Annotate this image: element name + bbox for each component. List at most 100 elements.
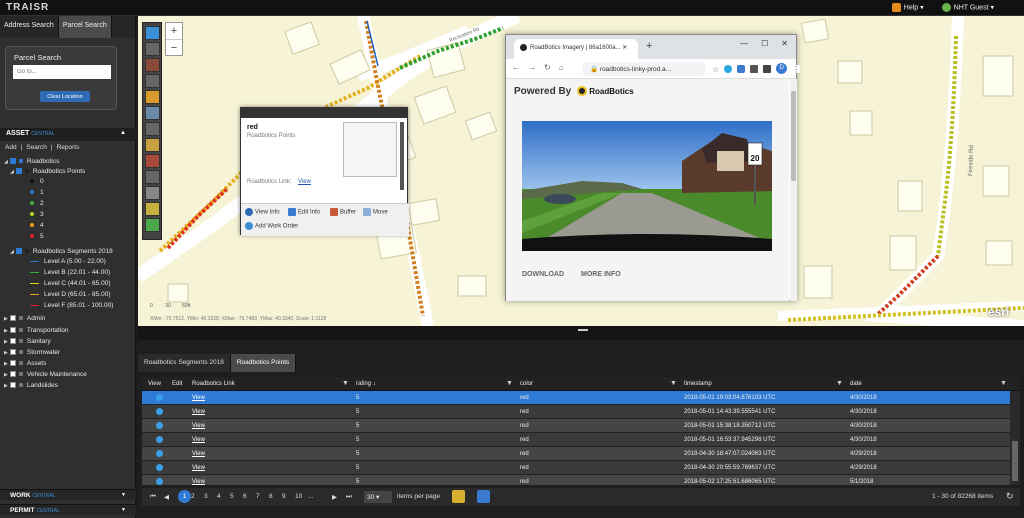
layer-item[interactable]: Level C (44.01 - 65.00) [30,280,110,290]
layer-item[interactable]: Level D (65.01 - 85.00) [30,291,110,301]
row-view-link[interactable]: View [192,437,205,443]
page-number-button[interactable]: 6 [243,493,247,500]
table-row[interactable]: View 5 red 2018-05-01 19:03:04.676103 UTC 4/… [142,391,1010,405]
col-color[interactable]: color [520,381,533,387]
asset-reports-link[interactable]: Reports [57,144,80,151]
layer-checkbox[interactable] [9,360,16,367]
layer-item[interactable]: 2 [30,200,44,210]
layer-item[interactable]: Level A (5.00 - 22.00) [30,258,106,268]
print-tool-icon[interactable] [145,186,160,200]
tab-roadbotics-points[interactable]: Roadbotics Points [230,354,297,372]
edit-info-button[interactable]: Edit Info [288,208,320,216]
close-icon[interactable]: ✕ [781,39,788,48]
page-number-button[interactable]: 10 [295,493,302,500]
col-date[interactable]: date [850,381,862,387]
expand-icon[interactable]: ▶ [4,361,8,367]
col-rating[interactable]: rating ↓ [356,381,376,387]
layer-item[interactable]: 1 [30,189,44,199]
markup-tool-icon[interactable] [145,170,160,184]
row-view-link[interactable]: View [192,395,205,401]
layer-item[interactable]: ▶ Assets [4,360,46,370]
menu-icon[interactable]: ⋮ [792,64,801,74]
puzzle-icon[interactable] [750,64,759,73]
layer-checkbox[interactable] [9,338,16,345]
layer-checkbox[interactable] [9,382,16,389]
layer-item[interactable]: 0 [30,178,44,188]
view-info-icon[interactable] [156,422,163,429]
row-view-link[interactable]: View [192,409,205,415]
tab-roadbotics-segments[interactable]: Roadbotics Segments 2018 [138,354,231,372]
table-row[interactable]: View 5 red 2018-04-30 18:47:07.024063 UTC 4/… [142,447,1010,461]
collapse-icon[interactable]: ▲ [120,130,126,136]
page-number-button[interactable]: 5 [230,493,234,500]
user-menu[interactable]: NHT Guest ▾ [941,3,994,12]
expand-icon[interactable]: ▶ [4,383,8,389]
info-tool-icon[interactable] [145,74,160,88]
reload-icon[interactable]: ↻ [544,63,551,72]
layer-item[interactable]: ▶ Transportation [4,327,69,337]
export-tool-icon[interactable] [145,202,160,216]
expand-icon[interactable]: ▶ [4,316,8,322]
next-page-button[interactable]: ▶ [332,493,337,501]
zoom-in-button[interactable]: + [166,23,182,40]
view-info-icon[interactable] [156,408,163,415]
layer-checkbox[interactable] [9,371,16,378]
page-number-button[interactable]: 3 [204,493,208,500]
layer-item[interactable]: 5 [30,233,44,243]
move-button[interactable]: Move [363,208,388,216]
col-view[interactable]: View [148,381,161,387]
filter-icon[interactable]: ▼ [342,380,349,387]
tab-address-search[interactable]: Address Search [0,16,59,38]
page-number-button[interactable]: ... [308,493,313,500]
export-table-icon[interactable] [477,490,490,503]
grid-scrollbar[interactable] [1010,391,1020,485]
filter-icon[interactable]: ▼ [670,380,677,387]
collapse-icon[interactable]: ◢ [10,249,14,255]
popup-view-link[interactable]: View [298,179,311,185]
add-work-order-button[interactable]: Add Work Order [245,222,298,230]
popup-scrollbar[interactable] [400,122,404,190]
view-info-icon[interactable] [156,478,163,485]
layer-checkbox[interactable] [9,315,16,322]
table-row[interactable]: View 5 red 2018-04-30 20:55:59.769637 UTC 4/… [142,461,1010,475]
panel-splitter[interactable] [138,326,1024,340]
address-bar[interactable]: 🔒 roadbotics-linky-prod.a... [582,62,706,76]
page-number-button[interactable]: 9 [282,493,286,500]
clear-filter-icon[interactable] [452,490,465,503]
layer-item[interactable]: Level F (85.01 - 100.00) [30,302,113,312]
expand-icon[interactable]: ▶ [4,339,8,345]
basemap-tool-icon[interactable] [145,106,160,120]
view-info-icon[interactable] [156,436,163,443]
close-tab-icon[interactable]: ✕ [622,45,627,51]
browser-tab[interactable]: RoadBotics Imagery | 86a1600a... ✕ [514,39,638,59]
page-number-button[interactable]: 4 [217,493,221,500]
layer-item[interactable]: ◢ Roadbotics Segments 2018 [10,248,113,258]
row-view-link[interactable]: View [192,451,205,457]
view-info-icon[interactable] [156,464,163,471]
measure-tool-icon[interactable] [145,154,160,168]
parcel-search-input[interactable] [13,65,111,79]
buffer-button[interactable]: Buffer [330,208,356,216]
prev-page-button[interactable]: ◀ [164,493,169,501]
star-icon[interactable]: ☆ [712,64,720,74]
extension-dark-icon[interactable] [763,64,772,73]
minimize-icon[interactable]: — [740,39,748,48]
expand-icon[interactable]: ▶ [4,350,8,356]
table-row[interactable]: View 5 red 2018-05-02 17:25:51.686065 UTC 5/… [142,475,1010,485]
page-number-button[interactable]: 2 [191,493,195,500]
view-info-icon[interactable] [156,450,163,457]
more-info-button[interactable]: MORE INFO [581,271,621,278]
help-menu[interactable]: Help ▾ [891,3,924,12]
bookmark-tool-icon[interactable] [145,122,160,136]
filter-icon[interactable]: ▼ [1000,380,1007,387]
zoom-out-button[interactable]: − [166,40,182,57]
filter-icon[interactable]: ▼ [836,380,843,387]
download-button[interactable]: DOWNLOAD [522,271,564,278]
tab-parcel-search[interactable]: Parcel Search [58,16,112,38]
expand-icon[interactable]: ▶ [4,328,8,334]
table-row[interactable]: View 5 red 2018-05-01 15:38:18.350712 UTC 4/… [142,419,1010,433]
profile-avatar[interactable]: D [776,63,788,74]
collapse-icon[interactable]: ◢ [4,159,8,165]
clear-location-button[interactable]: Clear Location [40,91,90,102]
layer-item[interactable]: ▶ Sanitary [4,338,51,348]
